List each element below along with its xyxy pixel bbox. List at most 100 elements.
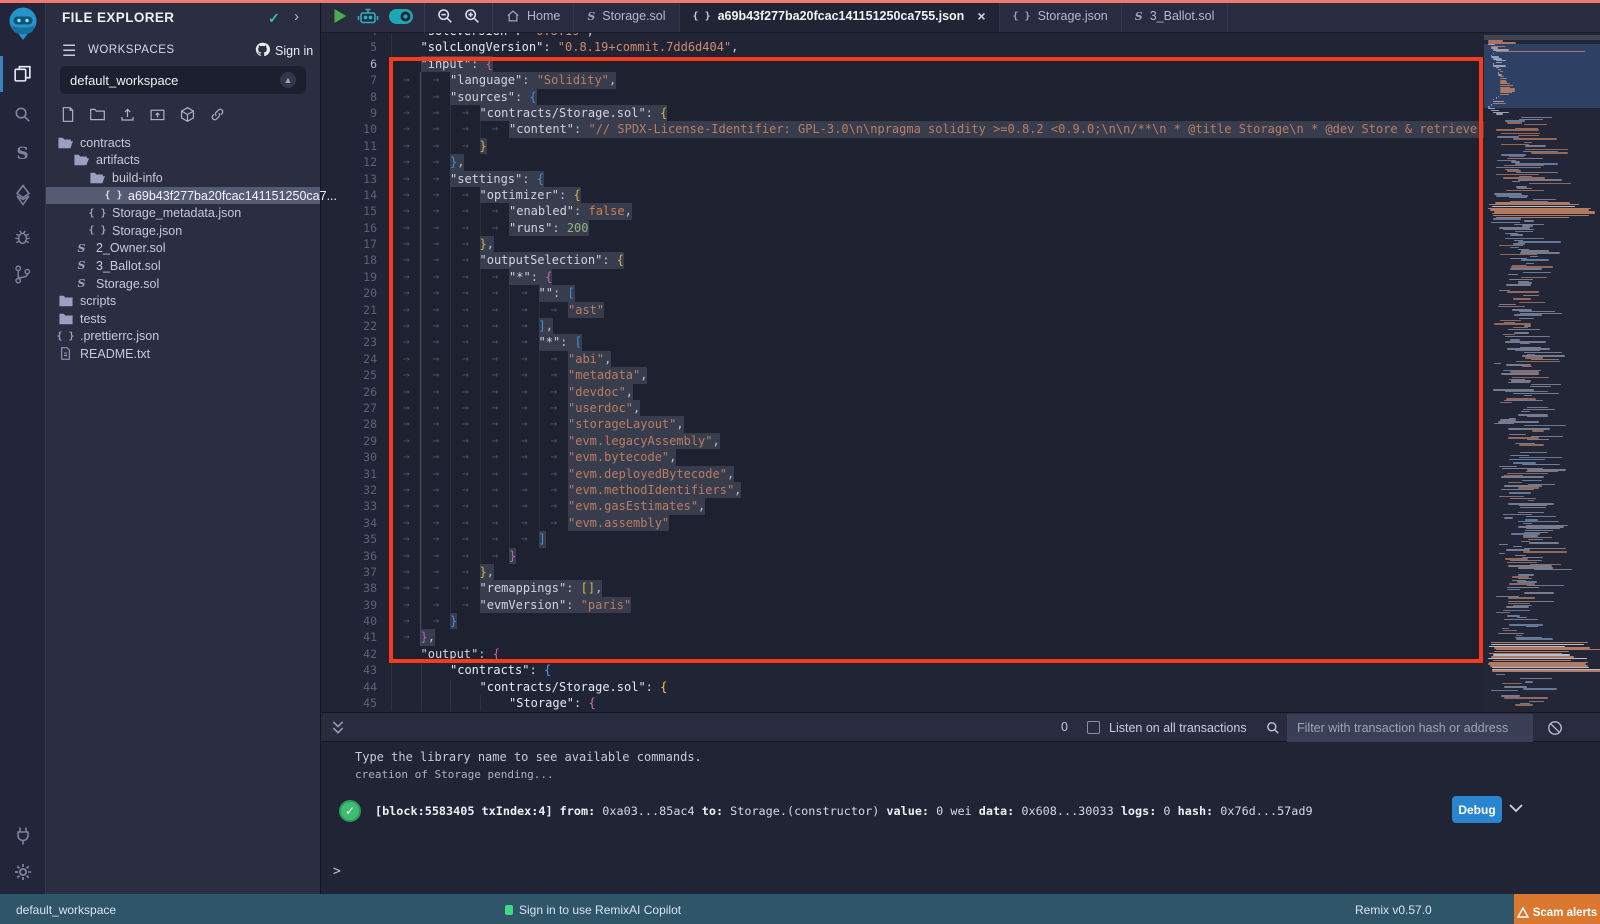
link-icon[interactable] xyxy=(209,106,226,128)
tab-Storage.sol[interactable]: SStorage.sol xyxy=(574,0,679,32)
tree-item-scripts[interactable]: scripts xyxy=(46,292,320,310)
code-line-5[interactable]: 5"solcLongVersion": "0.8.19+commit.7dd6d… xyxy=(321,39,1600,55)
run-script-icon[interactable] xyxy=(333,8,348,24)
code-line-40[interactable]: 40→→} xyxy=(321,613,1600,629)
remix-ai-robot-icon[interactable] xyxy=(357,6,379,26)
tree-item-Storage.json[interactable]: { }Storage.json xyxy=(46,222,320,240)
zoom-out-icon[interactable] xyxy=(436,7,454,25)
code-line-43[interactable]: 43"contracts": { xyxy=(321,662,1600,678)
tree-item-contracts[interactable]: contracts xyxy=(46,134,320,152)
code-line-11[interactable]: 11→→→} xyxy=(321,138,1600,154)
code-line-15[interactable]: 15→→→→"enabled": false, xyxy=(321,203,1600,219)
code-line-10[interactable]: 10→→→→"content": "// SPDX-License-Identi… xyxy=(321,121,1600,137)
close-tab-icon[interactable]: × xyxy=(977,8,985,24)
tree-item-README.txt[interactable]: README.txt xyxy=(46,345,320,363)
search-icon[interactable] xyxy=(0,101,45,127)
code-line-29[interactable]: 29→→→→→→"evm.legacyAssembly", xyxy=(321,433,1600,449)
code-line-16[interactable]: 16→→→→"runs": 200 xyxy=(321,220,1600,236)
status-ai-copilot[interactable]: Sign in to use RemixAI Copilot xyxy=(505,903,681,917)
line-content: →→→→"content": "// SPDX-License-Identifi… xyxy=(391,121,1557,137)
tree-item-Storage.sol[interactable]: SStorage.sol xyxy=(46,275,320,293)
minimap-slider[interactable] xyxy=(1484,35,1600,40)
listen-all-transactions-checkbox[interactable] xyxy=(1087,721,1100,734)
workspace-select[interactable]: default_workspace ▲ xyxy=(60,66,306,94)
code-line-21[interactable]: 21→→→→→→"ast" xyxy=(321,302,1600,318)
scam-alerts-button[interactable]: Scam alerts xyxy=(1514,894,1600,924)
code-line-39[interactable]: 39→→→"evmVersion": "paris" xyxy=(321,597,1600,613)
git-icon[interactable] xyxy=(0,260,45,288)
status-workspace[interactable]: default_workspace xyxy=(16,903,116,917)
collapse-terminal-icon[interactable] xyxy=(331,720,345,740)
code-line-32[interactable]: 32→→→→→→"evm.methodIdentifiers", xyxy=(321,482,1600,498)
code-line-6[interactable]: 6"input": { xyxy=(321,56,1600,72)
terminal-prompt[interactable]: > xyxy=(333,864,341,879)
minimap[interactable] xyxy=(1484,33,1600,712)
code-line-28[interactable]: 28→→→→→→"storageLayout", xyxy=(321,416,1600,432)
toggle-on-icon[interactable] xyxy=(388,8,414,25)
code-line-45[interactable]: 45"Storage": { xyxy=(321,695,1600,711)
tree-item-a69b43f277ba20fcac141151250ca7...[interactable]: { }a69b43f277ba20fcac141151250ca7... xyxy=(46,187,320,205)
code-line-25[interactable]: 25→→→→→→"metadata", xyxy=(321,367,1600,383)
code-line-13[interactable]: 13→→"settings": { xyxy=(321,171,1600,187)
tree-item-tests[interactable]: tests xyxy=(46,310,320,328)
code-line-38[interactable]: 38→→→"remappings": [], xyxy=(321,580,1600,596)
tab-a69b43f277ba20fcac141151250ca755.json[interactable]: { }a69b43f277ba20fcac141151250ca755.json… xyxy=(680,0,1000,32)
upload-file-icon[interactable] xyxy=(119,106,136,128)
code-line-42[interactable]: 42"output": { xyxy=(321,646,1600,662)
code-line-8[interactable]: 8→→"sources": { xyxy=(321,89,1600,105)
plugin-manager-icon[interactable] xyxy=(0,822,45,850)
code-editor[interactable]: 4"solcVersion": "0.8.19",5"solcLongVersi… xyxy=(321,33,1600,712)
tab-3_Ballot.sol[interactable]: S3_Ballot.sol xyxy=(1122,0,1229,32)
expand-transaction-icon[interactable] xyxy=(1509,800,1523,818)
code-line-35[interactable]: 35→→→→→] xyxy=(321,531,1600,547)
code-line-33[interactable]: 33→→→→→→"evm.gasEstimates", xyxy=(321,498,1600,514)
tree-item-3_Ballot.sol[interactable]: S3_Ballot.sol xyxy=(46,257,320,275)
tree-item-artifacts[interactable]: artifacts xyxy=(46,152,320,170)
code-line-34[interactable]: 34→→→→→→"evm.assembly" xyxy=(321,515,1600,531)
code-line-14[interactable]: 14→→→"optimizer": { xyxy=(321,187,1600,203)
debugger-icon[interactable] xyxy=(0,223,45,249)
code-line-20[interactable]: 20→→→→→"": [ xyxy=(321,285,1600,301)
tab-Home[interactable]: Home xyxy=(493,0,574,32)
tree-item-.prettierrc.json[interactable]: { }.prettierrc.json xyxy=(46,328,320,346)
code-line-19[interactable]: 19→→→→"*": { xyxy=(321,269,1600,285)
code-line-7[interactable]: 7→→"language": "Solidity", xyxy=(321,72,1600,88)
code-line-27[interactable]: 27→→→→→→"userdoc", xyxy=(321,400,1600,416)
code-line-12[interactable]: 12→→}, xyxy=(321,154,1600,170)
box-icon[interactable] xyxy=(179,106,196,128)
tree-item-build-info[interactable]: build-info xyxy=(46,169,320,187)
upload-folder-icon[interactable] xyxy=(149,106,166,128)
terminal-output[interactable]: Type the library name to see available c… xyxy=(321,742,1600,894)
code-line-44[interactable]: 44"contracts/Storage.sol": { xyxy=(321,679,1600,695)
code-line-24[interactable]: 24→→→→→→"abi", xyxy=(321,351,1600,367)
code-line-37[interactable]: 37→→→}, xyxy=(321,564,1600,580)
workspaces-menu-icon[interactable]: ☰ xyxy=(62,41,76,61)
code-line-36[interactable]: 36→→→→} xyxy=(321,548,1600,564)
code-line-23[interactable]: 23→→→→→"*": [ xyxy=(321,334,1600,350)
debug-button[interactable]: Debug xyxy=(1452,796,1502,823)
tree-item-Storage_metadata.json[interactable]: { }Storage_metadata.json xyxy=(46,204,320,222)
tree-item-2_Owner.sol[interactable]: S2_Owner.sol xyxy=(46,240,320,258)
remix-logo-icon[interactable] xyxy=(0,6,45,42)
new-file-icon[interactable] xyxy=(60,106,76,128)
tab-Storage.json[interactable]: { }Storage.json xyxy=(1000,0,1122,32)
solidity-compiler-icon[interactable]: S xyxy=(0,141,45,167)
code-line-17[interactable]: 17→→→}, xyxy=(321,236,1600,252)
file-explorer-icon[interactable] xyxy=(0,58,45,88)
chevron-right-icon[interactable]: › xyxy=(294,8,299,25)
code-line-9[interactable]: 9→→→"contracts/Storage.sol": { xyxy=(321,105,1600,121)
new-folder-icon[interactable] xyxy=(89,106,106,128)
sign-in-button[interactable]: Sign in xyxy=(255,42,313,60)
zoom-in-icon[interactable] xyxy=(463,7,481,25)
code-line-26[interactable]: 26→→→→→→"devdoc", xyxy=(321,384,1600,400)
transaction-log-row[interactable]: ✓ [block:5583405 txIndex:4] from: 0xa03.… xyxy=(321,794,1600,828)
settings-gear-icon[interactable] xyxy=(0,858,45,886)
deploy-and-run-icon[interactable] xyxy=(0,181,45,209)
code-line-30[interactable]: 30→→→→→→"evm.bytecode", xyxy=(321,449,1600,465)
code-line-22[interactable]: 22→→→→→], xyxy=(321,318,1600,334)
code-line-31[interactable]: 31→→→→→→"evm.deployedBytecode", xyxy=(321,466,1600,482)
transaction-filter-input[interactable] xyxy=(1287,714,1533,742)
code-line-18[interactable]: 18→→→"outputSelection": { xyxy=(321,252,1600,268)
code-line-41[interactable]: 41→}, xyxy=(321,629,1600,645)
clear-console-icon[interactable] xyxy=(1547,720,1563,741)
